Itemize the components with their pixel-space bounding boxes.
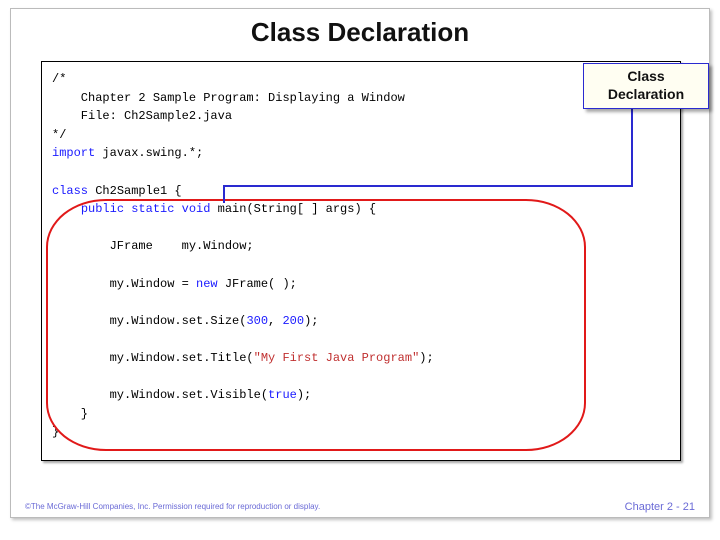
slide-title: Class Declaration [11,17,709,48]
slide-frame: Class Declaration /* Chapter 2 Sample Pr… [10,8,710,518]
import-pkg: javax.swing.*; [95,146,203,160]
page-number: Chapter 2 - 21 [625,501,695,513]
callout-connector [223,185,633,187]
code-comment: File: Ch2Sample2.java [52,107,670,126]
keyword-import: import [52,146,95,160]
keyword-class: class [52,184,88,198]
code-blank [52,163,670,182]
class-name: Ch2Sample1 { [88,184,182,198]
class-decl-highlight-oval [46,199,586,451]
callout-line: Declaration [584,86,708,104]
callout-class-declaration: Class Declaration [583,63,709,109]
callout-connector [631,109,633,187]
callout-connector [223,185,225,203]
code-comment: Chapter 2 Sample Program: Displaying a W… [52,89,670,108]
callout-line: Class [584,68,708,86]
code-comment: /* [52,70,670,89]
code-import: import javax.swing.*; [52,144,670,163]
code-comment: */ [52,126,670,145]
copyright-text: ©The McGraw-Hill Companies, Inc. Permiss… [25,502,320,511]
